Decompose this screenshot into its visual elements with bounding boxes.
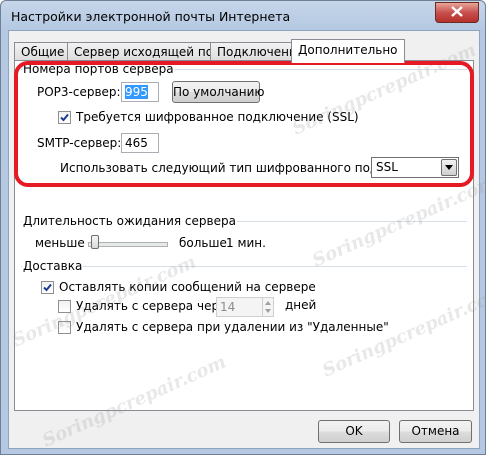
close-icon [451, 5, 463, 20]
delete-on-remove-checkbox[interactable] [58, 321, 71, 334]
checkmark-icon [43, 283, 52, 292]
days-spinner-input[interactable]: 14 [216, 297, 264, 317]
timeout-slider-thumb[interactable] [91, 235, 99, 249]
spinner-arrows-icon [265, 301, 271, 313]
dialog-client: Общие Сервер исходящей почты Подключение… [8, 30, 486, 452]
days-spinner-buttons[interactable] [262, 297, 274, 317]
cancel-button[interactable]: Отмена [399, 420, 472, 443]
window-title: Настройки электронной почты Интернета [11, 9, 291, 24]
watermark: Soringpcrepair.com [39, 351, 230, 452]
days-label: дней [285, 298, 317, 312]
ok-button[interactable]: OK [318, 420, 390, 443]
group-divider [21, 266, 467, 267]
delete-on-remove-label: Удалять с сервера при удалении из "Удале… [76, 320, 389, 334]
timeout-more-label: больше [179, 236, 227, 250]
keep-copies-checkbox[interactable] [41, 281, 54, 294]
timeout-group-label: Длительность ожидания сервера [22, 214, 237, 228]
highlight-frame [14, 61, 474, 187]
tab-advanced[interactable]: Дополнительно [291, 39, 405, 63]
timeout-less-label: меньше [35, 236, 85, 250]
timeout-slider-track[interactable] [88, 242, 168, 247]
keep-copies-label: Оставлять копии сообщений на сервере [59, 280, 316, 294]
tab-general[interactable]: Общие [14, 42, 72, 61]
title-bar[interactable]: Настройки электронной почты Интернета [1, 1, 485, 31]
delete-after-label: Удалять с сервера через [76, 299, 233, 313]
delivery-group-label: Доставка [22, 259, 84, 273]
delete-after-checkbox[interactable] [58, 300, 71, 313]
timeout-value: 1 мин. [226, 236, 266, 250]
dialog-window: Настройки электронной почты Интернета Об… [0, 0, 486, 455]
close-button[interactable] [435, 2, 479, 23]
